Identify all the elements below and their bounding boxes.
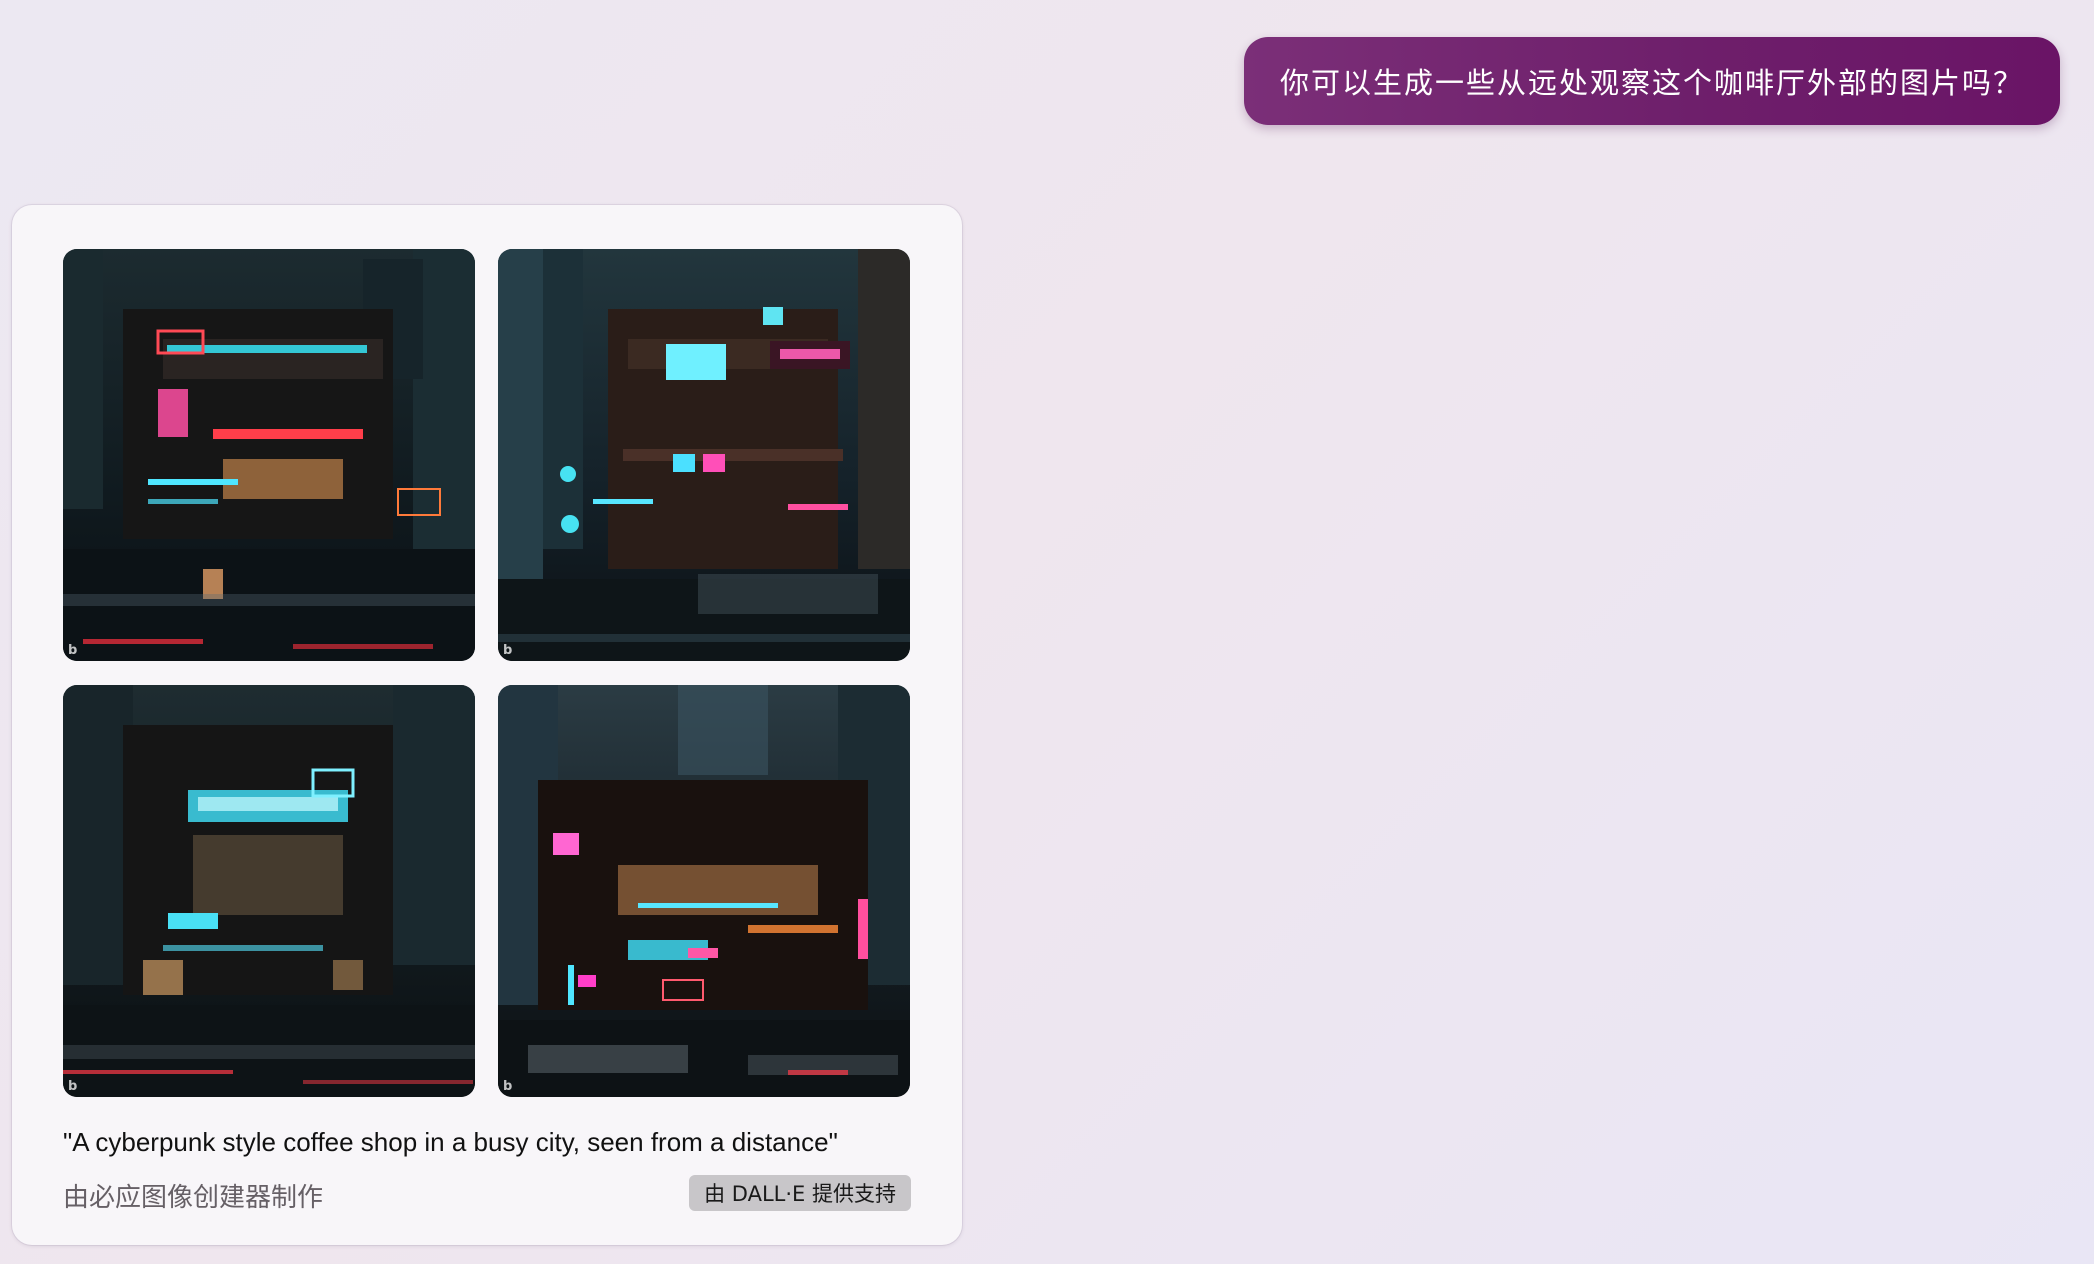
generated-image-3-art [63,685,475,1097]
generated-image-2-art [498,249,910,661]
bing-image-creator-link[interactable]: 由必应图像创建器制作 [63,1177,323,1214]
generated-image-2[interactable]: b [498,249,910,661]
generated-image-4-art [498,685,910,1097]
generated-image-3[interactable]: b [63,685,475,1097]
bing-watermark-icon: b [68,1079,78,1094]
generated-image-grid: b b b b [63,249,910,1099]
image-creator-response-card: b b b b "A cyberpunk style coffee shop i… [12,205,962,1245]
user-message-bubble: 你可以生成一些从远处观察这个咖啡厅外部的图片吗？ [1243,37,2060,125]
generated-image-1[interactable]: b [63,249,475,661]
generated-image-4[interactable]: b [498,685,910,1097]
generated-image-1-art [63,249,475,661]
dalle-badge-label: 由 DALL·E 提供支持 [704,1182,896,1206]
bing-watermark-icon: b [503,1079,513,1094]
user-message-text: 你可以生成一些从远处观察这个咖啡厅外部的图片吗？ [1279,66,2024,100]
bing-watermark-icon: b [503,643,513,658]
bing-watermark-icon: b [68,643,78,658]
image-prompt-caption: "A cyberpunk style coffee shop in a busy… [63,1127,838,1157]
dalle-powered-badge: 由 DALL·E 提供支持 [689,1175,911,1211]
